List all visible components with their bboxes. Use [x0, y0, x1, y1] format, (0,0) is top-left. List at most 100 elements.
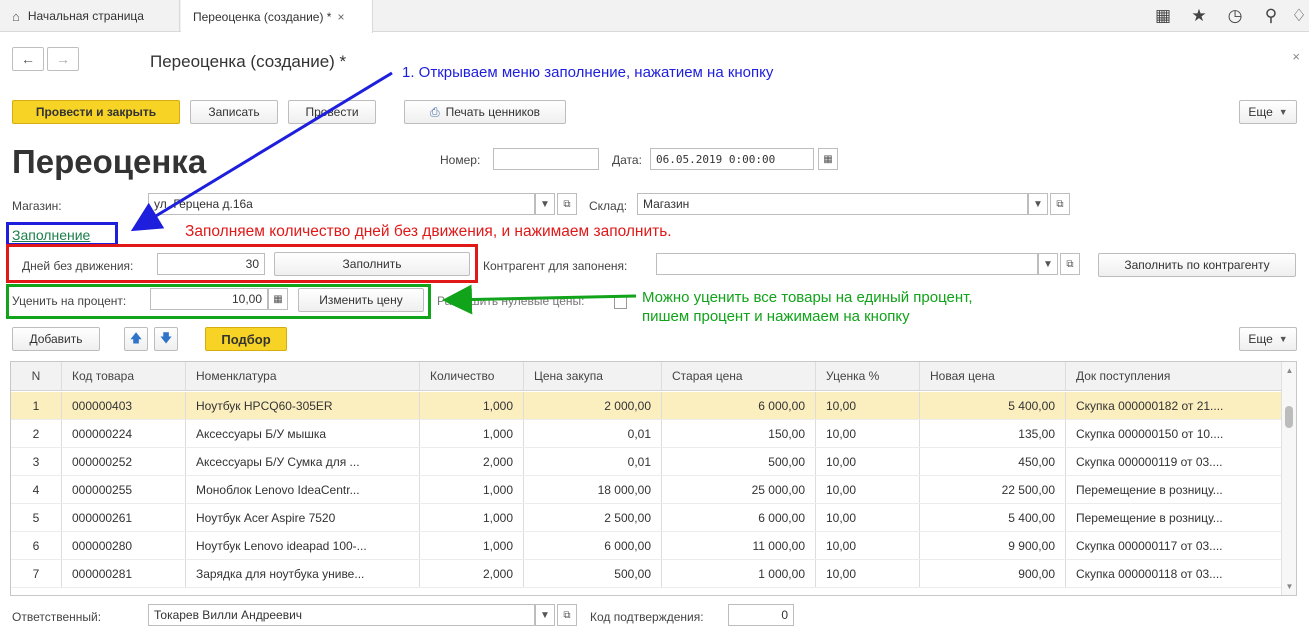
green-arrow: [442, 284, 637, 315]
scroll-down-icon[interactable]: ▼: [1282, 582, 1296, 591]
cell-code: 000000403: [61, 392, 185, 419]
cell-discount: 10,00: [815, 504, 919, 531]
pick-button[interactable]: Подбор: [205, 327, 287, 351]
cell-nomenclature: Моноблок Lenovo IdeaCentr...: [185, 476, 419, 503]
cell-quantity: 1,000: [419, 504, 523, 531]
cell-code: 000000255: [61, 476, 185, 503]
cell-purchase-price: 18 000,00: [523, 476, 661, 503]
cell-nomenclature: Аксессуары Б/У Сумка для ...: [185, 448, 419, 475]
table-row[interactable]: 4 000000255 Моноблок Lenovo IdeaCentr... 1,…: [11, 476, 1281, 504]
col-discount[interactable]: Уценка %: [815, 362, 919, 390]
cell-old-price: 150,00: [661, 420, 815, 447]
cell-purchase-price: 6 000,00: [523, 532, 661, 559]
move-up-button[interactable]: 🡅: [124, 327, 148, 351]
annotation-red: Заполняем количество дней без движения, …: [185, 223, 672, 240]
chevron-down-icon: ▼: [1278, 334, 1288, 344]
cell-nomenclature: Ноутбук Acer Aspire 7520: [185, 504, 419, 531]
table-more-label: Еще: [1248, 332, 1273, 346]
scroll-up-icon[interactable]: ▲: [1282, 366, 1296, 375]
cell-receipt-doc: Скупка 000000117 от 03....: [1065, 532, 1281, 559]
cell-quantity: 1,000: [419, 420, 523, 447]
cell-receipt-doc: Скупка 000000118 от 03....: [1065, 560, 1281, 587]
confirm-code-field[interactable]: 0: [728, 604, 794, 626]
cell-nomenclature: Зарядка для ноутбука униве...: [185, 560, 419, 587]
cell-new-price: 22 500,00: [919, 476, 1065, 503]
responsible-dropdown-icon[interactable]: ▼: [535, 604, 555, 626]
responsible-open-icon[interactable]: ⧉: [557, 604, 577, 626]
cell-n: 4: [32, 482, 40, 497]
cell-discount: 10,00: [815, 420, 919, 447]
cell-receipt-doc: Перемещение в розницу...: [1065, 504, 1281, 531]
cell-discount: 10,00: [815, 560, 919, 587]
move-down-button[interactable]: 🡇: [154, 327, 178, 351]
table-row[interactable]: 6 000000280 Ноутбук Lenovo ideapad 100-...…: [11, 532, 1281, 560]
cell-old-price: 500,00: [661, 448, 815, 475]
cell-nomenclature: Ноутбук HPCQ60-305ER: [185, 392, 419, 419]
cell-old-price: 11 000,00: [661, 532, 815, 559]
items-table: N Код товара Номенклатура Количество Цен…: [10, 361, 1297, 596]
cell-discount: 10,00: [815, 476, 919, 503]
cell-n: 6: [32, 538, 40, 553]
cell-new-price: 450,00: [919, 448, 1065, 475]
cell-old-price: 6 000,00: [661, 504, 815, 531]
cell-discount: 10,00: [815, 392, 919, 419]
cell-discount: 10,00: [815, 448, 919, 475]
table-row[interactable]: 7 000000281 Зарядка для ноутбука униве... 2…: [11, 560, 1281, 588]
cell-discount: 10,00: [815, 532, 919, 559]
table-row[interactable]: 3 000000252 Аксессуары Б/У Сумка для ... 2,…: [11, 448, 1281, 476]
scrollbar-thumb[interactable]: [1285, 406, 1293, 428]
cell-quantity: 2,000: [419, 448, 523, 475]
cell-old-price: 6 000,00: [661, 392, 815, 419]
cell-new-price: 900,00: [919, 560, 1065, 587]
blue-arrow: [130, 71, 393, 232]
table-row[interactable]: 1 000000403 Ноутбук HPCQ60-305ER 1,000 2 000…: [11, 392, 1281, 420]
table-more-button[interactable]: Еще ▼: [1239, 327, 1297, 351]
cell-purchase-price: 2 500,00: [523, 504, 661, 531]
col-n[interactable]: N: [11, 362, 61, 390]
col-old-price[interactable]: Старая цена: [661, 362, 815, 390]
cell-receipt-doc: Скупка 000000182 от 21....: [1065, 392, 1281, 419]
cell-quantity: 1,000: [419, 532, 523, 559]
table-row[interactable]: 2 000000224 Аксессуары Б/У мышка 1,000 0,01 1…: [11, 420, 1281, 448]
col-new-price[interactable]: Новая цена: [919, 362, 1065, 390]
cell-n: 1: [32, 398, 40, 413]
responsible-label: Ответственный:: [12, 610, 102, 624]
col-nomenclature[interactable]: Номенклатура: [185, 362, 419, 390]
cell-code: 000000224: [61, 420, 185, 447]
cell-quantity: 1,000: [419, 392, 523, 419]
table-scrollbar[interactable]: ▲ ▼: [1281, 362, 1296, 595]
col-purchase-price[interactable]: Цена закупа: [523, 362, 661, 390]
cell-n: 7: [32, 566, 40, 581]
cell-receipt-doc: Скупка 000000150 от 10....: [1065, 420, 1281, 447]
cell-n: 2: [32, 426, 40, 441]
cell-quantity: 1,000: [419, 476, 523, 503]
cell-receipt-doc: Скупка 000000119 от 03....: [1065, 448, 1281, 475]
arrow-up-icon: 🡅: [129, 330, 143, 345]
cell-n: 5: [32, 510, 40, 525]
col-receipt-doc[interactable]: Док поступления: [1065, 362, 1281, 390]
annotation-green-line2: пишем процент и нажимаем на кнопку: [642, 308, 910, 325]
col-code[interactable]: Код товара: [61, 362, 185, 390]
cell-code: 000000261: [61, 504, 185, 531]
cell-code: 000000280: [61, 532, 185, 559]
cell-purchase-price: 2 000,00: [523, 392, 661, 419]
add-button[interactable]: Добавить: [12, 327, 100, 351]
cell-new-price: 5 400,00: [919, 504, 1065, 531]
table-header: N Код товара Номенклатура Количество Цен…: [11, 362, 1281, 391]
cell-old-price: 25 000,00: [661, 476, 815, 503]
cell-purchase-price: 0,01: [523, 420, 661, 447]
cell-nomenclature: Ноутбук Lenovo ideapad 100-...: [185, 532, 419, 559]
responsible-field[interactable]: Токарев Вилли Андреевич: [148, 604, 535, 626]
cell-quantity: 2,000: [419, 560, 523, 587]
arrow-down-icon: 🡇: [159, 330, 173, 345]
cell-new-price: 135,00: [919, 420, 1065, 447]
annotation-blue: 1. Открываем меню заполнение, нажатием н…: [402, 64, 774, 81]
col-quantity[interactable]: Количество: [419, 362, 523, 390]
cell-code: 000000281: [61, 560, 185, 587]
cell-old-price: 1 000,00: [661, 560, 815, 587]
cell-n: 3: [32, 454, 40, 469]
table-row[interactable]: 5 000000261 Ноутбук Acer Aspire 7520 1,000 2…: [11, 504, 1281, 532]
cell-new-price: 9 900,00: [919, 532, 1065, 559]
confirm-code-label: Код подтверждения:: [590, 610, 704, 624]
cell-receipt-doc: Перемещение в розницу...: [1065, 476, 1281, 503]
